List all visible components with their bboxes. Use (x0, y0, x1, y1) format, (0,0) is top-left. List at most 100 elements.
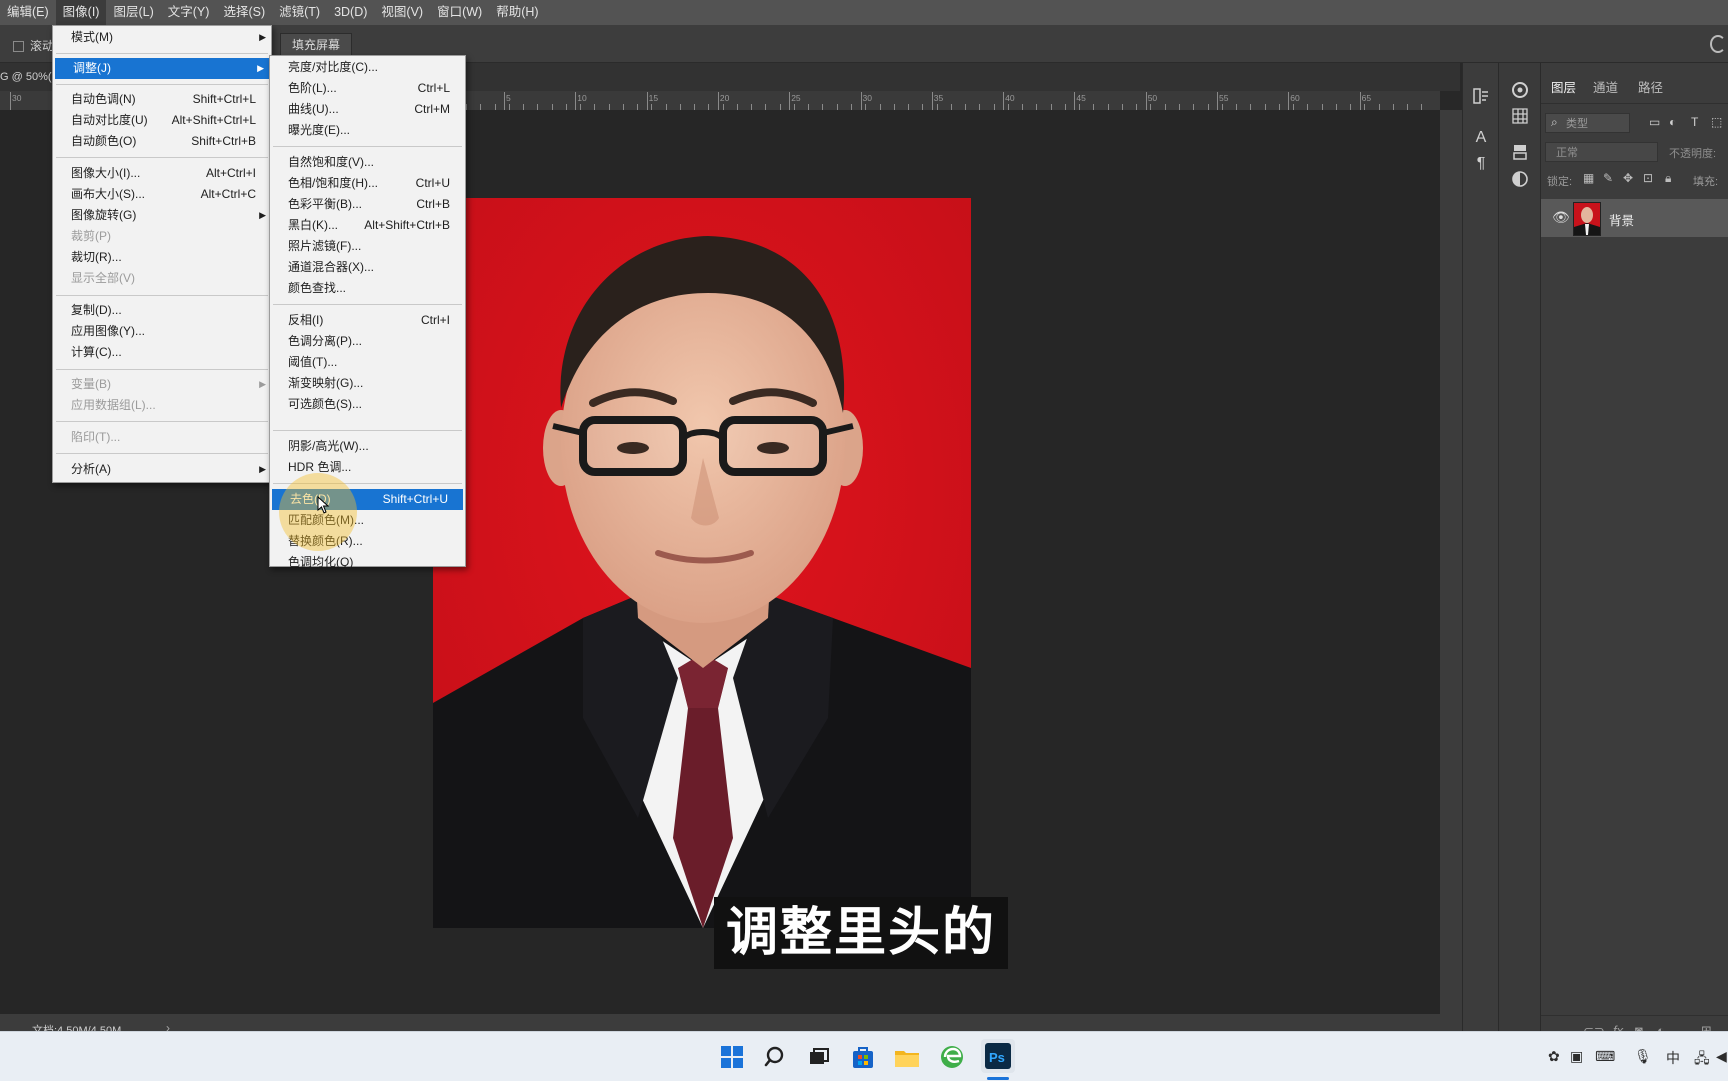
vertical-scrollbar[interactable] (1440, 110, 1462, 1014)
search-icon[interactable] (1710, 35, 1726, 53)
ruler-tick (1074, 92, 1076, 110)
image-menu-item[interactable]: 裁切(R)... (53, 247, 271, 268)
menu-3d[interactable]: 3D(D) (327, 0, 374, 25)
adjustment-filter-icon[interactable]: ◐ (1669, 115, 1676, 129)
file-explorer-icon[interactable] (892, 1042, 922, 1072)
adjust-menu-item-label: 曝光度(E)... (288, 123, 350, 137)
adjust-menu-item[interactable]: 反相(I) Ctrl+I (270, 310, 465, 331)
adjust-menu-item[interactable]: 阴影/高光(W)... (270, 436, 465, 457)
image-menu-item[interactable]: 自动对比度(U) Alt+Shift+Ctrl+L (53, 110, 271, 131)
adjust-menu-item-label: 黑白(K)... (288, 218, 338, 232)
menu-window[interactable]: 窗口(W) (430, 0, 489, 25)
color-wheel-icon[interactable] (1505, 81, 1535, 99)
tab-channels[interactable]: 通道 (1593, 77, 1618, 96)
layer-filter-select[interactable]: 类型 (1545, 113, 1630, 133)
adjust-menu-item[interactable]: 通道混合器(X)... (270, 257, 465, 278)
tray-security-icon[interactable]: ▣ (1570, 1048, 1583, 1065)
history-icon[interactable] (1466, 87, 1496, 105)
adjust-menu-item[interactable]: HDR 色调... (270, 457, 465, 478)
volume-icon[interactable]: ◀ (1716, 1048, 1727, 1065)
adjust-menu-item[interactable]: 照片滤镜(F)... (270, 236, 465, 257)
adjustments-icon[interactable] (1505, 171, 1535, 187)
lock-label: 锁定: (1547, 176, 1573, 188)
shape-filter-icon[interactable]: ⬚ (1711, 115, 1722, 129)
image-menu-item[interactable]: 画布大小(S)... Alt+Ctrl+C (53, 184, 271, 205)
image-menu-item[interactable]: 模式(M) ▶ (53, 27, 271, 48)
fill-screen-button[interactable]: 填充屏幕 (280, 33, 352, 57)
image-menu-item[interactable]: 图像大小(I)... Alt+Ctrl+I (53, 163, 271, 184)
adjust-menu-item[interactable]: 自然饱和度(V)... (270, 152, 465, 173)
browser-icon[interactable] (937, 1042, 967, 1072)
image-menu-item[interactable]: 分析(A) ▶ (53, 459, 271, 480)
adjust-menu-item[interactable]: 颜色查找... (270, 278, 465, 299)
menu-select[interactable]: 选择(S) (216, 0, 272, 25)
tab-paths[interactable]: 路径 (1638, 77, 1663, 96)
adjust-menu-item-label: 阈值(T)... (288, 355, 338, 369)
network-icon[interactable]: 🖧︎ (1694, 1048, 1710, 1072)
adjust-menu-item[interactable]: 色调分离(P)... (270, 331, 465, 352)
ime-indicator[interactable]: 中 (1666, 1048, 1680, 1068)
blend-mode-select[interactable]: 正常 (1545, 142, 1658, 162)
adjust-menu-item-shortcut: Ctrl+B (416, 197, 450, 211)
photoshop-taskbar-button[interactable]: Ps (981, 1039, 1015, 1073)
tab-layers[interactable]: 图层 (1551, 77, 1576, 96)
lock-paint-icon[interactable]: ✎ (1603, 171, 1613, 185)
adjust-menu-item[interactable]: 阈值(T)... (270, 352, 465, 373)
lock-position-icon[interactable]: ✥ (1623, 171, 1633, 185)
submenu-arrow-icon: ▶ (257, 63, 264, 73)
adjust-menu-item[interactable]: 色调均化(Q) (270, 552, 465, 573)
ruler-tick (1288, 92, 1290, 110)
menu-filter[interactable]: 滤镜(T) (272, 0, 327, 25)
image-menu-item[interactable]: 自动色调(N) Shift+Ctrl+L (53, 89, 271, 110)
adjust-menu-item[interactable]: 黑白(K)... Alt+Shift+Ctrl+B (270, 215, 465, 236)
adjust-menu-item[interactable]: 曝光度(E)... (270, 120, 465, 141)
document-tab[interactable]: G @ 50%( (0, 71, 52, 83)
microphone-icon[interactable]: 🎙︎ (1634, 1048, 1652, 1065)
adjust-menu-item-label: 色彩平衡(B)... (288, 197, 362, 211)
layer-row-background[interactable]: 👁︎ 背景 (1541, 199, 1728, 237)
image-menu-item[interactable]: 复制(D)... (53, 300, 271, 321)
adjust-menu-item[interactable]: 亮度/对比度(C)... (270, 57, 465, 78)
store-icon[interactable] (848, 1042, 878, 1072)
lock-artboard-icon[interactable]: ⊡ (1643, 171, 1653, 185)
menu-edit[interactable]: 编辑(E) (0, 0, 56, 25)
menu-type[interactable]: 文字(Y) (161, 0, 217, 25)
keyboard-icon[interactable]: ⌨ (1595, 1048, 1615, 1065)
image-menu-item[interactable]: 自动颜色(O) Shift+Ctrl+B (53, 131, 271, 152)
swatches-grid-icon[interactable] (1505, 108, 1535, 124)
adjust-menu-item[interactable]: 可选颜色(S)... (270, 394, 465, 415)
adjust-menu-item[interactable]: 色阶(L)... Ctrl+L (270, 78, 465, 99)
adjust-menu-item-label: 反相(I) (288, 313, 324, 327)
image-menu-item[interactable]: 图像旋转(G) ▶ (53, 205, 271, 226)
menu-view[interactable]: 视图(V) (374, 0, 430, 25)
type-filter-icon[interactable]: T (1691, 115, 1698, 129)
task-view-icon[interactable] (804, 1042, 834, 1072)
pixel-filter-icon[interactable]: ▭ (1649, 115, 1660, 129)
image-menu-item[interactable]: 计算(C)... (53, 342, 271, 363)
lock-all-icon[interactable]: 🔒︎ (1665, 171, 1671, 186)
adjust-menu-item[interactable]: 色彩平衡(B)... Ctrl+B (270, 194, 465, 215)
search-icon[interactable] (761, 1042, 791, 1072)
adjust-menu-item[interactable]: 曲线(U)... Ctrl+M (270, 99, 465, 120)
image-menu-item[interactable]: 应用图像(Y)... (53, 321, 271, 342)
adjust-menu-item-label: 阴影/高光(W)... (288, 439, 369, 453)
image-menu-item[interactable]: 调整(J) ▶ (55, 58, 269, 79)
adjust-menu-item[interactable]: 色相/饱和度(H)... Ctrl+U (270, 173, 465, 194)
ruler-tick (1217, 92, 1218, 110)
menu-separator (273, 146, 462, 147)
adjust-menu-item[interactable]: 渐变映射(G)... (270, 373, 465, 394)
menu-help[interactable]: 帮助(H) (489, 0, 545, 25)
menu-image[interactable]: 图像(I) (55, 0, 107, 25)
ruler-tick-label: 25 (791, 93, 801, 103)
ruler-tick (931, 92, 933, 110)
menu-layer[interactable]: 图层(L) (106, 0, 160, 25)
scroll-all-windows-checkbox[interactable] (13, 41, 24, 52)
visibility-eye-icon[interactable]: 👁︎ (1552, 209, 1570, 226)
libraries-icon[interactable] (1505, 143, 1535, 161)
fill-label: 填充: (1693, 176, 1719, 188)
lock-transparent-icon[interactable]: ▦ (1583, 171, 1594, 185)
character-icon[interactable]: A (1466, 127, 1496, 149)
windows-start-icon[interactable] (717, 1042, 747, 1072)
paragraph-icon[interactable]: ¶ (1466, 153, 1496, 175)
tray-app-icon[interactable]: ✿ (1548, 1048, 1560, 1065)
